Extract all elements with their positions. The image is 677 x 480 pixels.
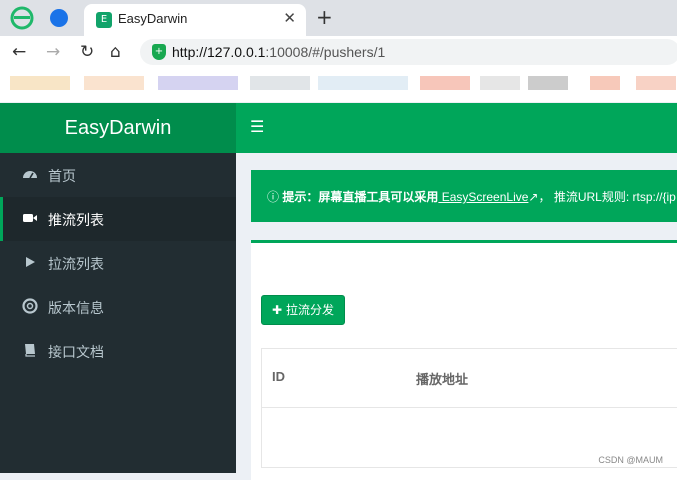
tip-callout: ⓘ 提示：屏幕直播工具可以采用 EasyScreenLive↗， 推流URL规则…	[251, 170, 677, 222]
plus-icon: ✚	[272, 303, 282, 317]
bookmark-blurred[interactable]	[420, 76, 470, 90]
add-pull-label: 拉流分发	[286, 303, 334, 317]
info-circle-icon: ⓘ	[267, 190, 279, 204]
bookmark-blurred[interactable]	[590, 76, 620, 90]
tip-suffix: ， 推流URL规则: rtsp://{ip	[538, 190, 675, 204]
add-pull-button[interactable]: ✚ 拉流分发	[261, 295, 345, 325]
hamburger-menu-icon[interactable]: ☰	[250, 117, 264, 136]
app-header: EasyDarwin ☰	[0, 103, 677, 153]
forward-icon[interactable]: →	[46, 42, 60, 62]
external-link-icon: ↗	[528, 190, 538, 204]
url-input[interactable]: + http://127.0.0.1:10008/#/pushers/1	[140, 39, 677, 65]
video-camera-icon	[22, 210, 38, 226]
secure-shield-icon: +	[152, 44, 166, 60]
sidebar-item-label: 拉流列表	[48, 254, 104, 274]
life-ring-icon	[22, 298, 38, 314]
column-header-play-url[interactable]: 播放地址	[416, 369, 468, 388]
bookmark-blurred[interactable]	[480, 76, 520, 90]
bookmark-blurred[interactable]	[158, 76, 238, 90]
easydarwin-favicon-icon: E	[96, 12, 112, 28]
browser-logo-icon[interactable]	[10, 6, 34, 30]
url-text: http://127.0.0.1:10008/#/pushers/1	[172, 44, 385, 60]
navigation-app-icon[interactable]	[50, 9, 68, 27]
close-tab-icon[interactable]: ✕	[283, 9, 296, 27]
back-icon[interactable]: ←	[12, 42, 26, 62]
bookmark-blurred[interactable]	[250, 76, 310, 90]
browser-tab-strip: E EasyDarwin ✕ +	[0, 0, 677, 36]
content-box: ✚ 拉流分发 ID 播放地址	[251, 240, 677, 480]
dashboard-icon	[22, 166, 38, 182]
column-header-id[interactable]: ID	[272, 369, 285, 384]
home-icon[interactable]: ⌂	[110, 42, 121, 62]
sidebar-item-home[interactable]: 首页	[0, 153, 236, 197]
address-bar: ← → ↻ ⌂ + http://127.0.0.1:10008/#/pushe…	[0, 36, 677, 68]
new-tab-icon[interactable]: +	[316, 5, 333, 29]
sidebar-item-api-docs[interactable]: 接口文档	[0, 329, 236, 373]
bookmark-blurred[interactable]	[318, 76, 408, 90]
play-icon	[22, 254, 38, 270]
sidebar: 首页 推流列表 拉流列表 版本信息 接口文档	[0, 153, 236, 473]
bookmark-blurred[interactable]	[636, 76, 676, 90]
reload-icon[interactable]: ↻	[80, 42, 94, 62]
table-header-divider	[262, 407, 677, 408]
sidebar-item-version[interactable]: 版本信息	[0, 285, 236, 329]
bookmark-blurred[interactable]	[84, 76, 144, 90]
tip-prefix: 提示：屏幕直播工具可以采用	[282, 190, 438, 204]
tip-text: ⓘ 提示：屏幕直播工具可以采用 EasyScreenLive↗， 推流URL规则…	[267, 188, 676, 205]
app-logo[interactable]: EasyDarwin	[0, 103, 236, 153]
tab-title: EasyDarwin	[118, 11, 187, 26]
sidebar-item-pushers[interactable]: 推流列表	[0, 197, 236, 241]
bookmark-blurred[interactable]	[10, 76, 70, 90]
bookmarks-bar	[0, 68, 677, 102]
tab-easydarwin[interactable]: E EasyDarwin ✕	[84, 4, 306, 36]
easyscreenlive-link[interactable]: EasyScreenLive	[438, 190, 528, 204]
book-icon	[22, 342, 38, 358]
sidebar-item-pullers[interactable]: 拉流列表	[0, 241, 236, 285]
sidebar-item-label: 首页	[48, 166, 76, 186]
bookmark-blurred[interactable]	[528, 76, 568, 90]
sidebar-item-label: 接口文档	[48, 342, 104, 362]
pushers-table: ID 播放地址	[261, 348, 677, 468]
watermark: CSDN @MAUM	[598, 455, 663, 465]
sidebar-item-label: 版本信息	[48, 298, 104, 318]
sidebar-item-label: 推流列表	[48, 210, 104, 230]
